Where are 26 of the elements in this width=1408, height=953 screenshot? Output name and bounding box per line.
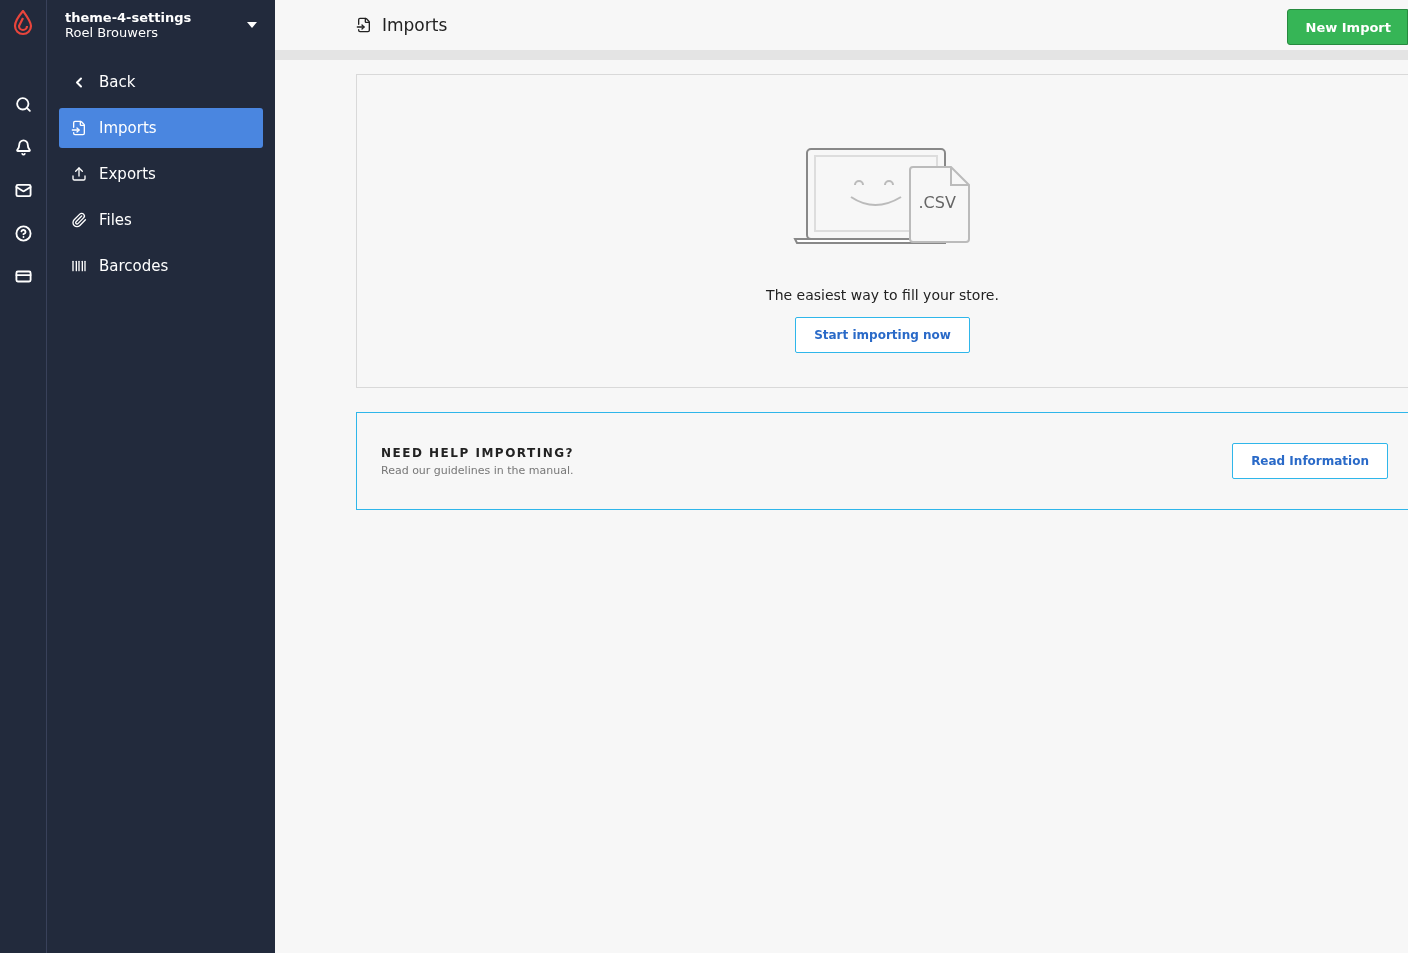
paperclip-icon <box>71 212 87 228</box>
help-icon[interactable] <box>14 225 32 242</box>
nav-item[interactable]: Imports <box>59 108 263 148</box>
back-link[interactable]: Back <box>59 62 263 102</box>
upload-icon <box>71 166 87 182</box>
start-importing-button[interactable]: Start importing now <box>795 317 970 353</box>
file-import-icon <box>356 17 372 33</box>
file-import-icon <box>71 120 87 136</box>
bell-icon[interactable] <box>14 139 32 156</box>
caret-icon[interactable] <box>247 22 257 28</box>
card-icon[interactable] <box>14 268 32 285</box>
user-name: Roel Brouwers <box>65 25 160 40</box>
nav-item[interactable]: Exports <box>59 154 263 194</box>
read-information-button[interactable]: Read Information <box>1232 443 1388 479</box>
mail-icon[interactable] <box>14 182 32 199</box>
shop-name: theme-4-settings <box>65 10 192 25</box>
flame-logo-icon <box>13 10 33 36</box>
page-title: Imports <box>382 15 448 35</box>
nav-item[interactable]: Barcodes <box>59 246 263 286</box>
help-title: NEED HELP IMPORTING? <box>381 445 575 460</box>
empty-state-message: The easiest way to fill your store. <box>766 287 999 303</box>
barcode-icon <box>71 258 87 274</box>
file-type-label: .CSV <box>918 193 956 212</box>
help-text: Read our guidelines in the manual. <box>381 463 575 477</box>
search-icon[interactable] <box>14 96 32 113</box>
nav-item[interactable]: Files <box>59 200 263 240</box>
